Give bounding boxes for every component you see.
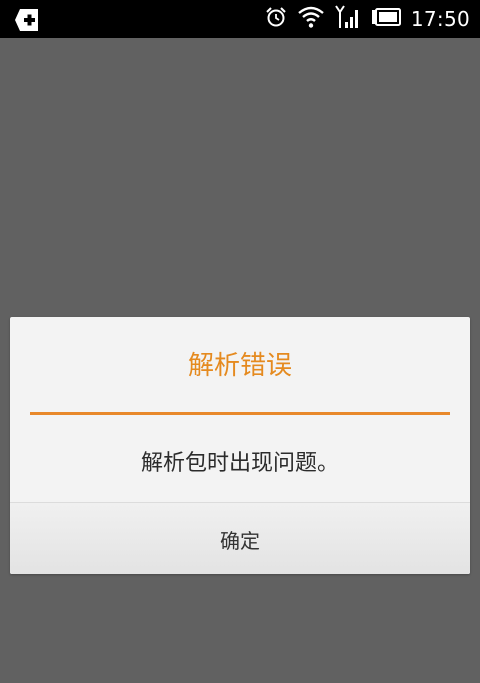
dialog-title: 解析错误 bbox=[187, 351, 292, 381]
dialog-message: 解析包时出现问题。 bbox=[140, 451, 339, 476]
battery-icon bbox=[371, 8, 401, 30]
alarm-clock-icon bbox=[265, 6, 287, 32]
confirm-button[interactable]: 确定 bbox=[10, 502, 470, 574]
status-bar: 17:50 bbox=[0, 0, 480, 38]
app-plus-icon bbox=[14, 7, 40, 33]
status-icons: 17:50 bbox=[265, 0, 470, 38]
parse-error-dialog: 解析错误 解析包时出现问题。 确定 bbox=[10, 317, 470, 574]
signal-icon bbox=[335, 4, 361, 34]
wifi-icon bbox=[297, 5, 325, 33]
dialog-title-divider bbox=[30, 412, 450, 415]
status-time: 17:50 bbox=[410, 7, 470, 31]
